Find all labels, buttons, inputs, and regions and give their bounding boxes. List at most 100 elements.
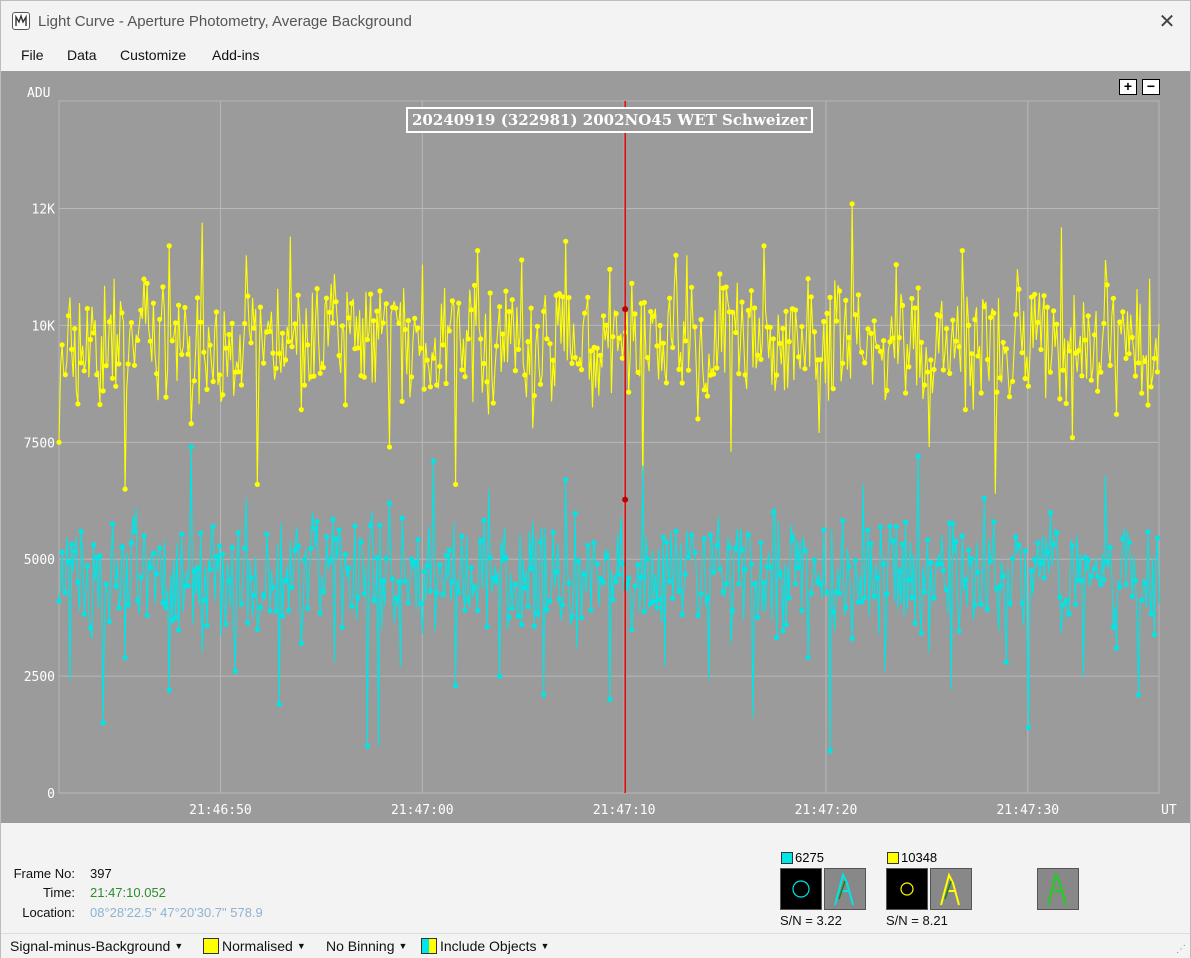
data-point bbox=[550, 357, 556, 363]
data-point bbox=[956, 344, 962, 350]
data-point bbox=[632, 583, 638, 589]
menu-data[interactable]: Data bbox=[67, 47, 97, 63]
chevron-down-icon: ▼ bbox=[296, 941, 306, 951]
data-point bbox=[1054, 529, 1060, 535]
data-point bbox=[726, 544, 733, 550]
comparison-color-swatch[interactable] bbox=[887, 852, 899, 864]
y-tick-label: 7500 bbox=[24, 436, 55, 451]
data-point bbox=[286, 338, 292, 345]
data-point bbox=[717, 271, 723, 277]
data-point bbox=[459, 367, 465, 373]
data-point bbox=[160, 600, 166, 606]
data-point bbox=[1000, 339, 1006, 345]
target-color-swatch[interactable] bbox=[781, 852, 793, 864]
data-point bbox=[720, 589, 726, 595]
data-point bbox=[150, 550, 156, 556]
target-aperture-thumbnail[interactable] bbox=[780, 868, 822, 910]
data-point bbox=[512, 368, 518, 374]
data-point bbox=[635, 369, 641, 375]
data-point bbox=[267, 328, 273, 334]
data-point bbox=[166, 243, 172, 249]
data-point bbox=[1006, 394, 1013, 400]
data-point bbox=[821, 318, 827, 325]
status-bar: Signal-minus-Background ▼ Normalised ▼ No … bbox=[1, 933, 1190, 958]
data-point bbox=[109, 521, 116, 527]
zoom-out-button[interactable]: − bbox=[1142, 79, 1160, 95]
data-point bbox=[519, 257, 525, 263]
data-point bbox=[106, 319, 112, 325]
data-point bbox=[216, 372, 223, 378]
data-point bbox=[685, 554, 692, 560]
data-point bbox=[434, 382, 440, 388]
star-psf-thumbnail[interactable] bbox=[1037, 868, 1079, 910]
data-point bbox=[937, 313, 943, 319]
data-point bbox=[670, 595, 676, 602]
x-tick-label: 21:46:50 bbox=[189, 803, 252, 818]
data-point bbox=[1013, 534, 1019, 540]
data-point bbox=[981, 495, 987, 501]
data-point bbox=[97, 553, 103, 559]
data-point bbox=[1038, 346, 1044, 353]
data-point bbox=[594, 561, 600, 567]
binning-dropdown[interactable]: No Binning ▼ bbox=[326, 938, 407, 954]
data-point bbox=[1110, 295, 1116, 301]
resize-grip-icon[interactable]: ⋰ bbox=[1176, 944, 1186, 955]
data-point bbox=[1154, 535, 1160, 541]
close-button[interactable]: ✕ bbox=[1154, 9, 1180, 35]
data-point bbox=[368, 523, 374, 529]
data-point bbox=[701, 387, 707, 393]
zoom-in-button[interactable]: + bbox=[1119, 79, 1137, 95]
data-point bbox=[918, 630, 925, 636]
menu-file[interactable]: File bbox=[21, 47, 44, 63]
light-curve-plot[interactable]: 0 2500 5000 7500 10K 12K 21:46:50 21:47:00 21:47… bbox=[1, 71, 1190, 823]
data-point bbox=[298, 407, 304, 413]
normalised-dropdown[interactable]: Normalised ▼ bbox=[203, 938, 306, 954]
data-point bbox=[695, 612, 701, 618]
target-psf-thumbnail[interactable] bbox=[824, 868, 866, 910]
data-point bbox=[1117, 584, 1123, 590]
menu-customize[interactable]: Customize bbox=[120, 47, 186, 63]
x-tick-label: 21:47:20 bbox=[795, 803, 858, 818]
data-point bbox=[855, 292, 862, 298]
data-point bbox=[871, 594, 877, 600]
data-point bbox=[301, 382, 308, 388]
data-point bbox=[824, 310, 830, 316]
data-point bbox=[72, 326, 78, 332]
data-point bbox=[1082, 337, 1088, 343]
title-bar: Light Curve - Aperture Photometry, Avera… bbox=[1, 1, 1190, 41]
signal-mode-dropdown[interactable]: Signal-minus-Background ▼ bbox=[10, 938, 183, 954]
data-point bbox=[163, 394, 169, 400]
data-point bbox=[578, 615, 585, 621]
target-value: 6275 bbox=[795, 850, 824, 865]
data-point bbox=[1022, 548, 1028, 554]
data-point bbox=[928, 559, 934, 565]
data-point bbox=[383, 556, 389, 562]
data-point bbox=[843, 605, 849, 611]
data-point bbox=[339, 624, 345, 631]
data-point bbox=[84, 563, 90, 569]
data-point bbox=[711, 371, 717, 377]
data-point bbox=[925, 369, 931, 375]
data-point bbox=[314, 286, 320, 292]
data-point bbox=[415, 325, 421, 331]
data-point bbox=[556, 596, 563, 602]
data-point bbox=[830, 609, 836, 615]
data-point bbox=[695, 416, 701, 422]
data-point bbox=[421, 386, 427, 392]
data-point bbox=[660, 534, 666, 540]
data-point bbox=[1069, 542, 1075, 548]
data-point bbox=[141, 276, 147, 282]
comparison-aperture-thumbnail[interactable] bbox=[886, 868, 928, 910]
include-objects-dropdown[interactable]: Include Objects ▼ bbox=[421, 938, 549, 954]
cursor-marker-target bbox=[622, 496, 629, 503]
data-point bbox=[811, 557, 818, 563]
data-point bbox=[956, 628, 962, 634]
comparison-psf-thumbnail[interactable] bbox=[930, 868, 972, 910]
menu-add-ins[interactable]: Add-ins bbox=[212, 47, 259, 63]
data-point bbox=[645, 355, 651, 361]
data-point bbox=[456, 300, 462, 306]
data-point bbox=[780, 325, 786, 332]
data-point bbox=[777, 572, 783, 578]
normalised-label: Normalised bbox=[222, 938, 293, 954]
location-label: Location: bbox=[22, 905, 75, 920]
